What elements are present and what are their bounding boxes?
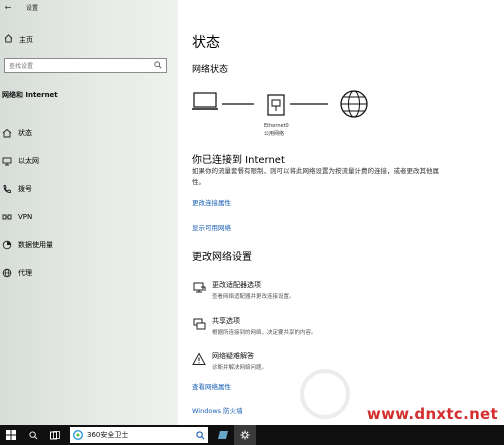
app-title: 设置 [26, 4, 39, 12]
home-icon [4, 34, 13, 45]
sidebar-item-dialup[interactable]: 拨号 [0, 175, 178, 203]
adapter-name: Ethernet0 [264, 123, 289, 129]
internet-globe-icon [340, 90, 368, 118]
adapter-icon [192, 281, 206, 295]
ethernet-monitor-icon [2, 156, 12, 166]
data-usage-icon [2, 240, 12, 250]
taskbar: 360安全卫士 [0, 425, 504, 445]
start-button[interactable] [0, 425, 22, 445]
search-icon [196, 430, 205, 439]
network-status-heading: 网络状态 [192, 65, 229, 75]
vpn-icon [2, 212, 12, 222]
settings-app-icon[interactable] [234, 425, 256, 445]
view-network-properties-link[interactable]: 查看网络属性 [192, 381, 231, 391]
network-diagram [192, 90, 368, 118]
connected-status: 你已连接到 Internet [192, 155, 285, 166]
change-connection-properties-link[interactable]: 更改连接属性 [192, 197, 231, 207]
windows-logo-icon [6, 430, 16, 440]
search-icon [154, 60, 162, 71]
metered-description: 如果你的流量套餐有限制，则可以将此网络设置为按流量计费的连接，或者更改其他属性。 [192, 167, 439, 186]
change-network-settings-heading: 更改网络设置 [192, 252, 252, 263]
sidebar-item-proxy[interactable]: 代理 [0, 259, 178, 287]
task-view-icon[interactable] [44, 425, 66, 445]
network-app-icon[interactable] [212, 425, 234, 445]
windows-firewall-link[interactable]: Windows 防火墙 [192, 405, 243, 415]
sidebar-item-vpn[interactable]: VPN [0, 203, 178, 231]
sidebar-item-status[interactable]: 状态 [0, 119, 178, 147]
option-desc: 诊断并解决网络问题。 [212, 365, 268, 371]
taskbar-search-box[interactable]: 360安全卫士 [70, 427, 208, 443]
network-type: 公用网络 [264, 131, 285, 137]
sidebar-item-label: 数据使用量 [18, 241, 53, 249]
show-available-networks-link[interactable]: 显示可用网络 [192, 222, 231, 232]
option-desc: 查看网络适配器并更改连接设置。 [212, 294, 295, 300]
ethernet-port-icon [267, 94, 285, 116]
proxy-globe-icon [2, 268, 12, 278]
search-placeholder: 查找设置 [9, 63, 34, 70]
sidebar-item-home[interactable]: 主页 [4, 34, 33, 45]
taskbar-search-icon[interactable] [22, 425, 44, 445]
sidebar-nav: 状态 以太网 拨号 VPN 数据使用量 代理 [0, 119, 178, 287]
sidebar-item-label: 以太网 [18, 157, 39, 165]
main-content: 状态 网络状态 Ethernet0 公用网络 你已连接到 Internet 如果… [178, 0, 504, 425]
section-title: 网络和 Internet [2, 91, 58, 99]
laptop-icon [192, 92, 218, 110]
sidebar-item-label: 状态 [18, 129, 32, 137]
title-bar: ← 设置 [0, 0, 178, 14]
settings-search-input[interactable]: 查找设置 [4, 58, 167, 73]
home-globe-icon [2, 128, 12, 138]
troubleshooter-item[interactable]: 网络疑难解答 诊断并解决网络问题。 [192, 351, 267, 371]
back-arrow-icon: ← [4, 2, 12, 12]
sharing-options-item[interactable]: 共享选项 根据所连接到的网络，决定要共享的内容。 [192, 316, 317, 336]
sidebar-item-label: 代理 [18, 269, 32, 277]
adapter-options-item[interactable]: 更改适配器选项 查看网络适配器并更改连接设置。 [192, 280, 295, 300]
sidebar: ← 设置 主页 查找设置 网络和 Internet 状态 以太网 拨号 VPN … [0, 0, 178, 425]
taskbar-search-text: 360安全卫士 [87, 431, 129, 439]
sidebar-item-ethernet[interactable]: 以太网 [0, 147, 178, 175]
360-logo-icon [73, 430, 83, 440]
option-title: 网络疑难解答 [212, 352, 254, 360]
option-title: 共享选项 [212, 317, 240, 325]
page-title: 状态 [192, 35, 220, 51]
option-desc: 根据所连接到的网络，决定要共享的内容。 [212, 330, 317, 336]
sharing-icon [192, 317, 206, 331]
warning-icon [192, 352, 206, 366]
sidebar-item-label: VPN [18, 213, 33, 221]
option-title: 更改适配器选项 [212, 281, 261, 289]
dialup-phone-icon [2, 184, 12, 194]
back-button[interactable]: ← [0, 0, 16, 14]
home-label: 主页 [19, 35, 33, 44]
sidebar-item-label: 拨号 [18, 185, 32, 193]
sidebar-item-data-usage[interactable]: 数据使用量 [0, 231, 178, 259]
